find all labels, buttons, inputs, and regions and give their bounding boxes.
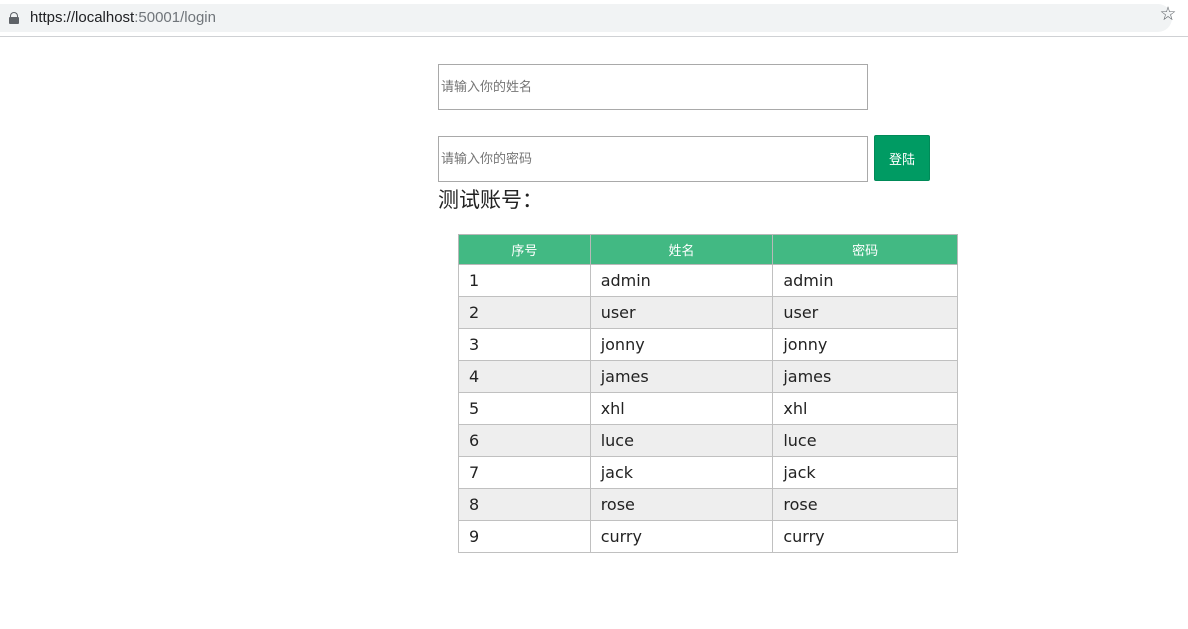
cell-index: 6 (458, 424, 591, 457)
omnibox[interactable]: https://localhost:50001/login (0, 4, 1172, 32)
cell-name: luce (589, 424, 774, 457)
cell-password: curry (772, 520, 958, 553)
table-row: 9 curry curry (458, 520, 958, 553)
cell-name: curry (589, 520, 774, 553)
cell-index: 3 (458, 328, 591, 361)
table-row: 5 xhl xhl (458, 392, 958, 425)
section-title: 测试账号： (438, 188, 543, 212)
cell-name: user (589, 296, 774, 329)
cell-password: jack (772, 456, 958, 489)
cell-password: rose (772, 488, 958, 521)
table-row: 1 admin admin (458, 264, 958, 297)
cell-password: james (772, 360, 958, 393)
cell-name: xhl (589, 392, 774, 425)
header-name: 姓名 (589, 234, 774, 265)
cell-index: 4 (458, 360, 591, 393)
cell-index: 8 (458, 488, 591, 521)
header-password: 密码 (772, 234, 958, 265)
cell-index: 1 (458, 264, 591, 297)
cell-index: 7 (458, 456, 591, 489)
password-input[interactable] (438, 136, 868, 182)
cell-name: jack (589, 456, 774, 489)
accounts-table: 序号 姓名 密码 1 admin admin 2 user user 3 jon… (458, 234, 958, 553)
table-row: 7 jack jack (458, 456, 958, 489)
cell-password: jonny (772, 328, 958, 361)
lock-icon[interactable] (9, 12, 19, 24)
cell-index: 2 (458, 296, 591, 329)
url-path: :50001/login (134, 9, 216, 26)
cell-name: admin (589, 264, 774, 297)
table-row: 8 rose rose (458, 488, 958, 521)
cell-name: james (589, 360, 774, 393)
header-index: 序号 (458, 234, 591, 265)
cell-password: user (772, 296, 958, 329)
cell-password: admin (772, 264, 958, 297)
cell-name: rose (589, 488, 774, 521)
name-input[interactable] (438, 64, 868, 110)
cell-password: luce (772, 424, 958, 457)
table-row: 6 luce luce (458, 424, 958, 457)
star-icon[interactable]: ☆ (1158, 3, 1178, 25)
table-row: 2 user user (458, 296, 958, 329)
url-host: https://localhost (30, 9, 135, 26)
cell-password: xhl (772, 392, 958, 425)
cell-name: jonny (589, 328, 774, 361)
table-row: 4 james james (458, 360, 958, 393)
url-text[interactable]: https://localhost:50001/login (30, 4, 216, 32)
cell-index: 5 (458, 392, 591, 425)
login-button[interactable]: 登陆 (874, 135, 930, 181)
browser-address-bar: https://localhost:50001/login ☆ (0, 0, 1188, 37)
cell-index: 9 (458, 520, 591, 553)
table-header-row: 序号 姓名 密码 (458, 234, 958, 265)
table-row: 3 jonny jonny (458, 328, 958, 361)
